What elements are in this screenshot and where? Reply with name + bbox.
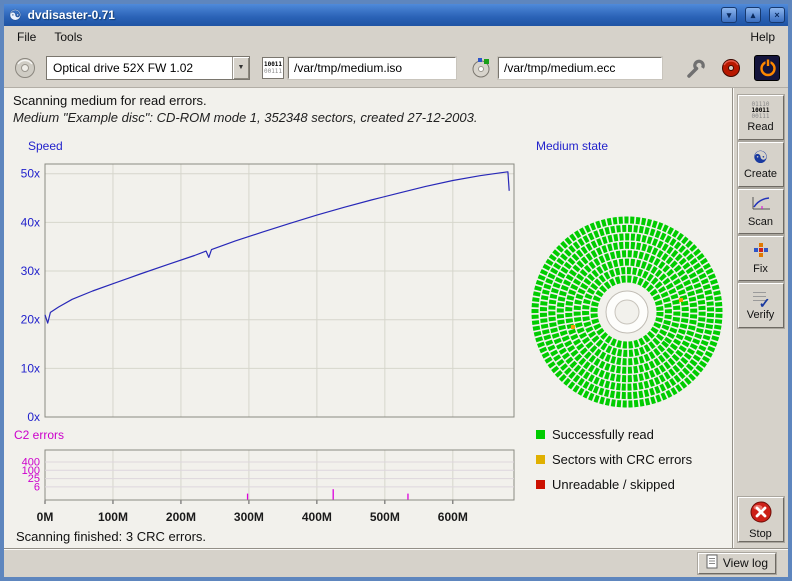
read-button[interactable]: 01110 10011 00111 Read [738, 95, 784, 140]
preferences-wrench-button[interactable] [682, 55, 708, 81]
verify-button[interactable]: ✓ Verify [738, 283, 784, 328]
svg-text:0x: 0x [27, 410, 40, 424]
status-line: Scanning medium for read errors. [13, 93, 207, 108]
svg-text:400M: 400M [302, 510, 332, 524]
action-sidebar: 01110 10011 00111 Read ☯ Create [732, 88, 788, 548]
svg-text:20x: 20x [21, 313, 40, 327]
svg-text:50x: 50x [21, 167, 40, 181]
scan-result-line: Scanning finished: 3 CRC errors. [16, 529, 206, 544]
drive-icon [12, 55, 38, 81]
svg-text:100M: 100M [98, 510, 128, 524]
drive-select-value: Optical drive 52X FW 1.02 [47, 57, 232, 79]
verify-check-icon: ✓ [751, 291, 771, 308]
app-icon: ☯ [9, 8, 22, 22]
log-page-icon [706, 554, 718, 572]
legend-label: Sectors with CRC errors [552, 452, 692, 467]
svg-text:0M: 0M [37, 510, 54, 524]
ecc-file-input[interactable]: /var/tmp/medium.ecc [498, 57, 662, 79]
menubar: File Tools Help [4, 26, 788, 48]
medium-state-disc [527, 212, 727, 412]
svg-text:500M: 500M [370, 510, 400, 524]
ecc-file-icon [468, 55, 494, 81]
drive-select[interactable]: Optical drive 52X FW 1.02 ▼ [46, 56, 250, 80]
chevron-down-icon[interactable]: ▼ [232, 57, 249, 79]
menu-help[interactable]: Help [741, 28, 784, 46]
svg-text:10x: 10x [21, 361, 40, 375]
svg-text:200M: 200M [166, 510, 196, 524]
scan-curve-icon [750, 195, 772, 215]
menu-file[interactable]: File [8, 28, 45, 46]
iso-file-input[interactable]: /var/tmp/medium.iso [288, 57, 456, 79]
medium-state-title: Medium state [536, 139, 608, 153]
legend-swatch [536, 455, 545, 464]
svg-text:300M: 300M [234, 510, 264, 524]
speed-and-c2-charts: 0x 10x 20x 30x 40x 50x 0M 100M 200M 300M 400M 500M 6… [4, 160, 526, 532]
legend-item: Unreadable / skipped [536, 472, 692, 497]
svg-text:6: 6 [34, 481, 40, 493]
scan-button[interactable]: Scan [738, 189, 784, 234]
legend-swatch [536, 430, 545, 439]
toolbar: Optical drive 52X FW 1.02 ▼ 10011 00111 … [4, 48, 788, 88]
iso-image-icon: 10011 00111 [262, 57, 284, 79]
stop-button[interactable]: Stop [738, 497, 784, 542]
titlebar: ☯ dvdisaster-0.71 ▾ ▴ × [4, 4, 788, 26]
yin-yang-icon: ☯ [753, 149, 768, 167]
svg-text:40x: 40x [21, 215, 40, 229]
work-area: Scanning medium for read errors. Medium … [4, 88, 732, 548]
medium-state-legend: Successfully read Sectors with CRC errors… [536, 422, 692, 497]
statusbar: View log [4, 548, 788, 577]
legend-label: Successfully read [552, 427, 654, 442]
help-disc-button[interactable] [718, 55, 744, 81]
fix-button[interactable]: Fix [738, 236, 784, 281]
legend-item: Successfully read [536, 422, 692, 447]
legend-item: Sectors with CRC errors [536, 447, 692, 472]
speed-chart-title: Speed [28, 139, 63, 153]
close-button[interactable]: × [769, 7, 785, 23]
fix-sectors-icon [751, 242, 771, 262]
create-button[interactable]: ☯ Create [738, 142, 784, 187]
app-window: ☯ dvdisaster-0.71 ▾ ▴ × File Tools Help … [0, 0, 792, 581]
stop-x-icon [749, 500, 773, 527]
legend-swatch [536, 480, 545, 489]
legend-label: Unreadable / skipped [552, 477, 675, 492]
minimize-button[interactable]: ▾ [721, 7, 737, 23]
menu-tools[interactable]: Tools [45, 28, 91, 46]
medium-info-line: Medium "Example disc": CD-ROM mode 1, 35… [13, 110, 477, 125]
window-title: dvdisaster-0.71 [28, 8, 713, 22]
read-binary-icon: 01110 10011 00111 [751, 102, 769, 120]
maximize-button[interactable]: ▴ [745, 7, 761, 23]
view-log-button[interactable]: View log [698, 553, 776, 574]
svg-text:30x: 30x [21, 264, 40, 278]
svg-text:600M: 600M [438, 510, 468, 524]
quit-power-button[interactable] [754, 55, 780, 81]
